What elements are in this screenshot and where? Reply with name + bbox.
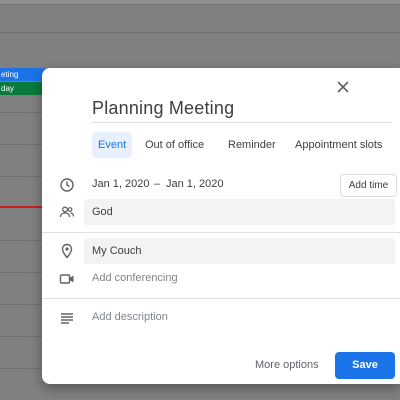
add-time-button[interactable]: Add time	[340, 174, 397, 197]
guests-field[interactable]: God	[84, 199, 395, 225]
date-separator: –	[154, 178, 161, 190]
close-button[interactable]	[334, 78, 352, 96]
grid-line	[0, 144, 44, 145]
calendar-header-strip	[0, 0, 400, 5]
video-icon	[59, 271, 75, 287]
calendar-event-chip[interactable]: day	[0, 82, 45, 95]
add-conferencing[interactable]: Add conferencing	[92, 272, 178, 284]
more-options-button[interactable]: More options	[255, 359, 319, 371]
start-date[interactable]: Jan 1, 2020	[92, 178, 150, 190]
event-title-input[interactable]: Planning Meeting	[92, 96, 392, 123]
grid-line	[0, 336, 44, 337]
tab-reminder[interactable]: Reminder	[228, 132, 276, 158]
tab-out-of-office[interactable]: Out of office	[145, 132, 204, 158]
grid-line	[0, 368, 44, 369]
notes-icon	[59, 310, 75, 326]
tab-appointment-slots[interactable]: Appointment slots	[295, 132, 382, 158]
tab-event[interactable]: Event	[92, 132, 133, 158]
grid-line	[0, 112, 44, 113]
close-icon	[337, 81, 349, 93]
grid-line	[0, 304, 44, 305]
grid-line	[0, 176, 44, 177]
grid-line	[0, 272, 44, 273]
grid-line	[0, 240, 44, 241]
section-divider	[42, 232, 400, 233]
current-time-line	[0, 206, 44, 208]
end-date[interactable]: Jan 1, 2020	[166, 178, 224, 190]
description-field[interactable]: Add description	[92, 311, 168, 323]
calendar-divider	[0, 32, 400, 33]
calendar-event-chip[interactable]: eting	[0, 68, 45, 81]
save-button[interactable]: Save	[335, 352, 395, 379]
clock-icon	[59, 177, 75, 193]
people-icon	[59, 204, 75, 220]
section-divider	[42, 298, 400, 299]
location-pin-icon	[59, 243, 75, 259]
location-field[interactable]: My Couch	[84, 238, 395, 264]
